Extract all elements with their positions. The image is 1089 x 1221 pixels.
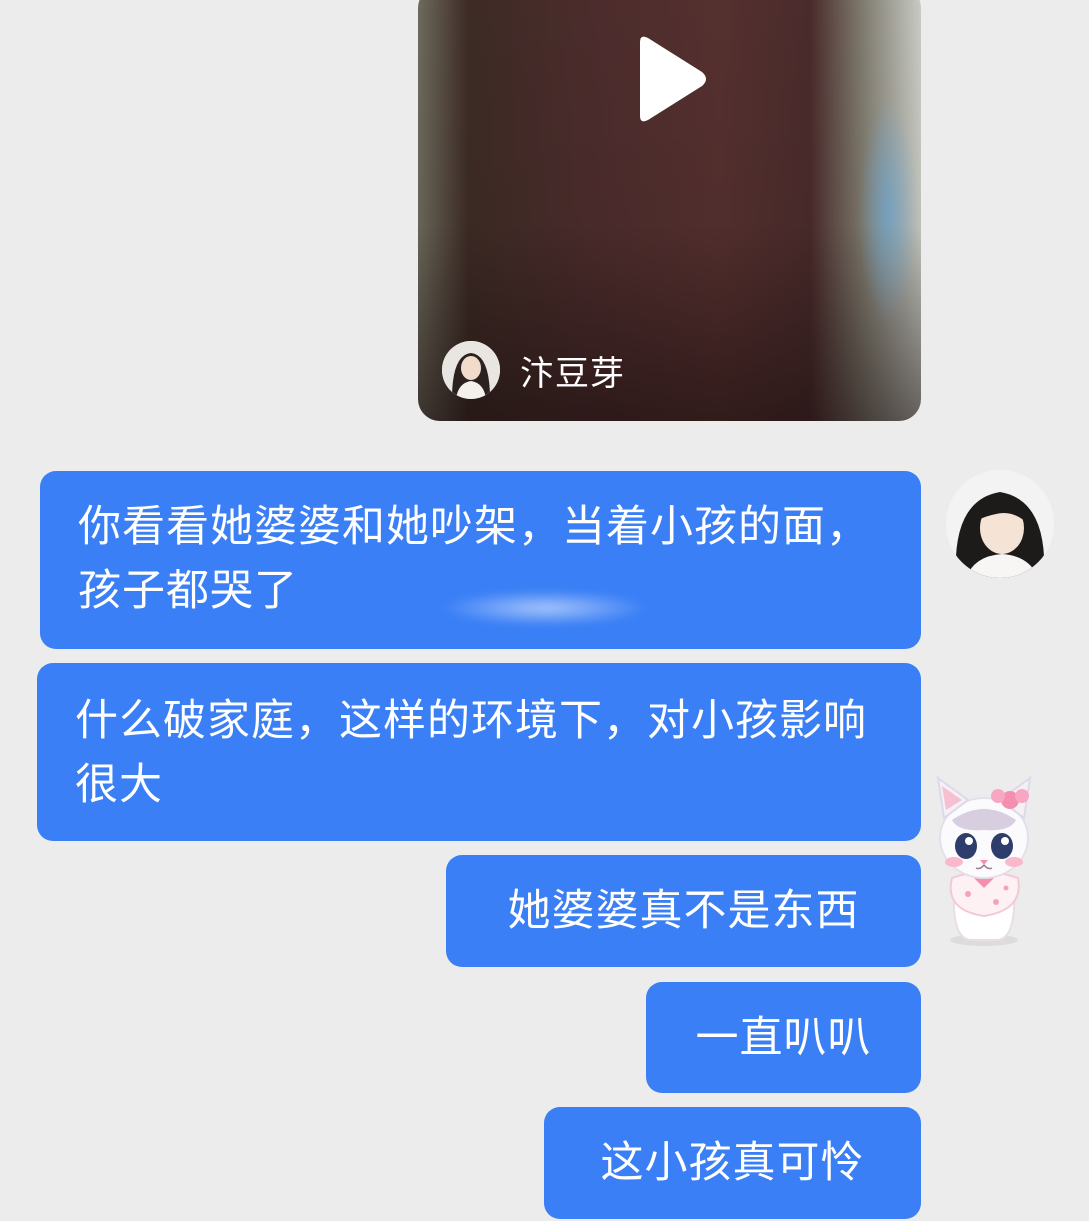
- message-bubble[interactable]: 她婆婆真不是东西: [446, 855, 921, 967]
- message-text: 一直叭叭: [695, 1013, 872, 1063]
- blurred-watermark: [440, 590, 650, 626]
- message-text: 她婆婆真不是东西: [507, 886, 860, 936]
- message-bubble[interactable]: 一直叭叭: [646, 982, 921, 1093]
- message-bubble[interactable]: 这小孩真可怜: [544, 1107, 921, 1219]
- message-text: 什么破家庭，这样的环境下，对小孩影响很大: [75, 696, 867, 810]
- video-author[interactable]: 汴豆芽: [442, 340, 625, 400]
- author-avatar: [442, 341, 500, 399]
- shared-video-card[interactable]: 汴豆芽: [418, 0, 921, 421]
- sender-avatar[interactable]: [946, 470, 1054, 578]
- video-thumbnail-detail: [858, 96, 918, 326]
- cat-sticker: [936, 775, 1032, 946]
- message-text: 这小孩真可怜: [600, 1138, 865, 1188]
- author-name: 汴豆芽: [520, 353, 625, 394]
- message-bubble[interactable]: 什么破家庭，这样的环境下，对小孩影响很大: [37, 663, 921, 841]
- play-icon[interactable]: [630, 34, 710, 124]
